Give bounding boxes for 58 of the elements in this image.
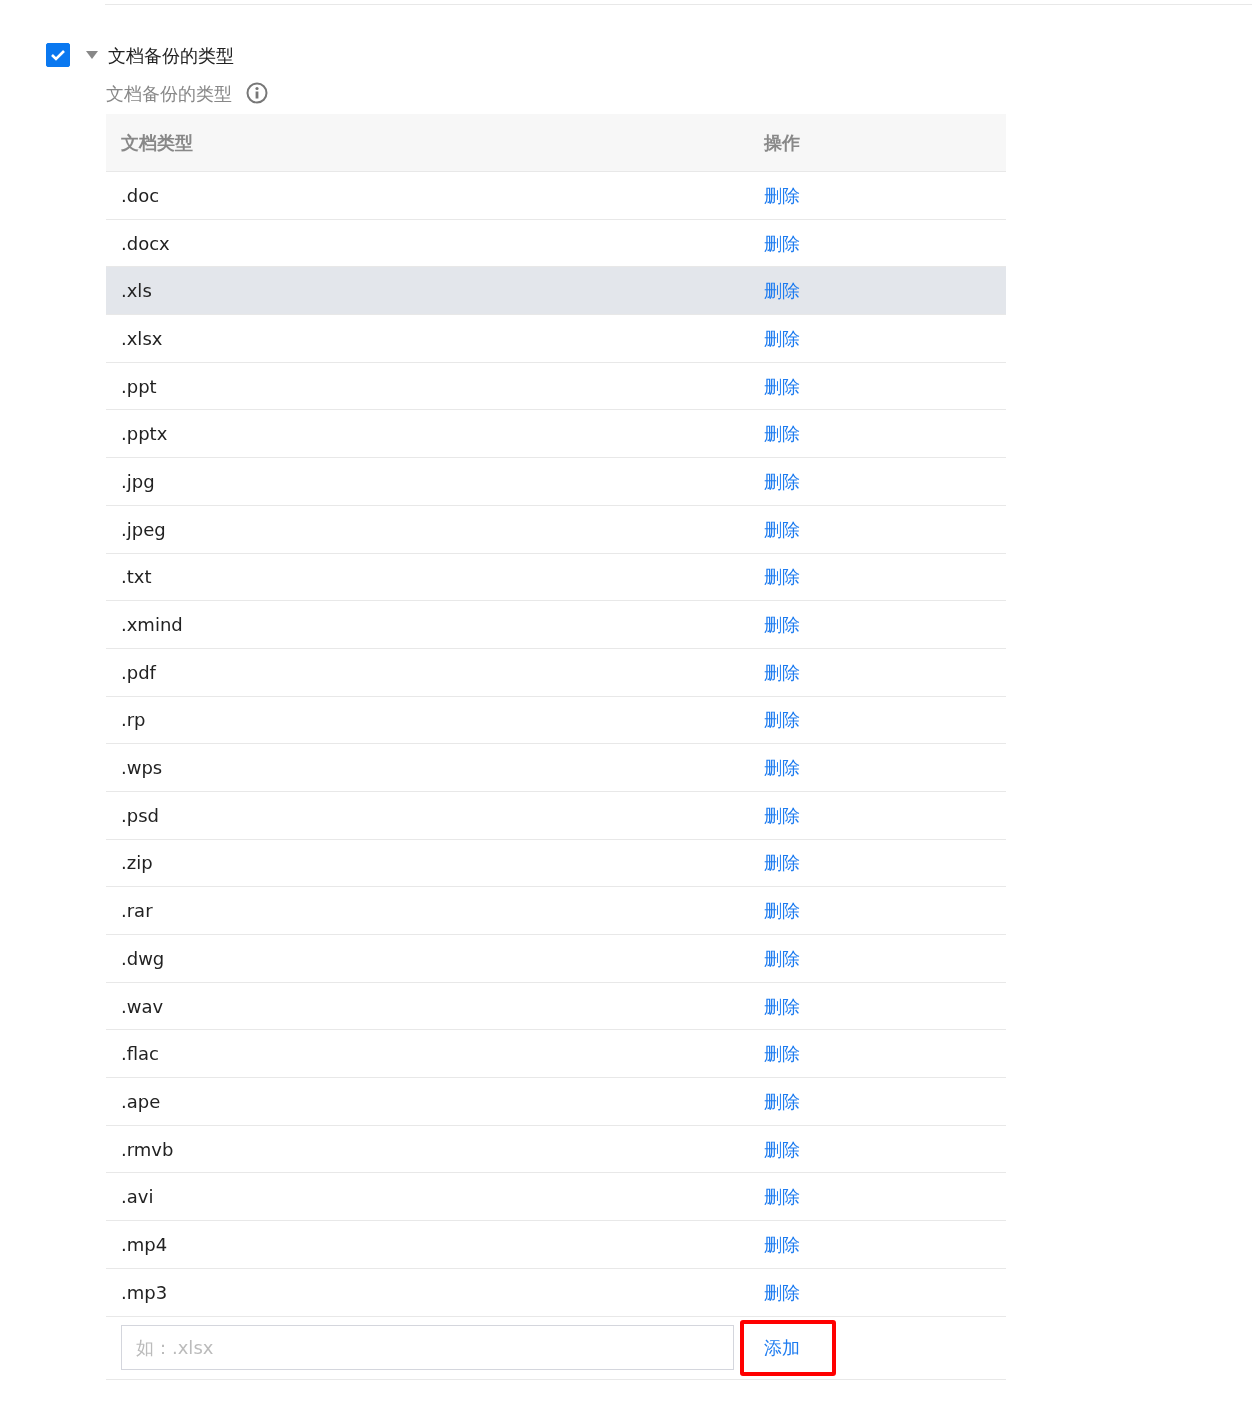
table-cell: .docx xyxy=(121,232,170,254)
table-cell: .mp3 xyxy=(121,1281,168,1303)
delete-link[interactable]: 删除 xyxy=(764,518,800,540)
table-cell: .wps xyxy=(121,757,163,779)
delete-link[interactable]: 删除 xyxy=(764,804,800,826)
delete-link[interactable]: 删除 xyxy=(764,757,800,779)
delete-link[interactable]: 删除 xyxy=(764,375,800,397)
table-cell: .pdf xyxy=(121,661,156,683)
add-button[interactable]: 添加 xyxy=(740,1319,836,1376)
info-icon[interactable] xyxy=(246,82,268,104)
delete-link[interactable]: 删除 xyxy=(764,232,800,254)
delete-link[interactable]: 删除 xyxy=(764,1090,800,1112)
delete-link[interactable]: 删除 xyxy=(764,614,800,636)
delete-link[interactable]: 删除 xyxy=(764,1138,800,1160)
delete-link[interactable]: 删除 xyxy=(764,1043,800,1065)
table-cell: .txt xyxy=(121,566,152,588)
table-cell: .dwg xyxy=(121,947,165,969)
table-cell: .wav xyxy=(121,995,164,1017)
table-cell: .psd xyxy=(121,804,159,826)
table-cell: .doc xyxy=(121,184,160,206)
table-cell: .jpeg xyxy=(121,518,166,540)
checkbox[interactable] xyxy=(46,43,70,67)
delete-link[interactable]: 删除 xyxy=(764,852,800,874)
delete-link[interactable]: 删除 xyxy=(764,184,800,206)
column-header: 文档类型 xyxy=(120,131,194,155)
delete-link[interactable]: 删除 xyxy=(764,709,800,731)
table-cell: .ape xyxy=(121,1090,161,1112)
delete-link[interactable]: 删除 xyxy=(764,1186,800,1208)
table-cell: .zip xyxy=(121,852,153,874)
delete-link[interactable]: 删除 xyxy=(764,947,800,969)
delete-link[interactable]: 删除 xyxy=(764,423,800,445)
input-field[interactable]: 如：.xlsx xyxy=(121,1325,734,1370)
table-cell: .mp4 xyxy=(121,1233,168,1255)
delete-link[interactable]: 删除 xyxy=(764,327,800,349)
table-cell: .rar xyxy=(121,900,153,922)
column-header: 操作 xyxy=(764,131,801,155)
delete-link[interactable]: 删除 xyxy=(764,995,800,1017)
caret-down-icon[interactable] xyxy=(86,51,98,59)
table-cell: .xlsx xyxy=(121,327,163,349)
delete-link[interactable]: 删除 xyxy=(764,470,800,492)
section-title: 文档备份的类型 xyxy=(108,43,234,68)
table-cell: .jpg xyxy=(121,470,155,492)
field-label: 文档备份的类型 xyxy=(106,81,232,106)
delete-link[interactable]: 删除 xyxy=(764,900,800,922)
table-cell: .xmind xyxy=(121,614,183,636)
delete-link[interactable]: 删除 xyxy=(764,566,800,588)
table-cell: .avi xyxy=(121,1186,154,1208)
table-cell: .rp xyxy=(121,709,146,731)
table-cell: .ppt xyxy=(121,375,157,397)
delete-link[interactable]: 删除 xyxy=(764,280,800,302)
table-cell: .flac xyxy=(121,1043,159,1065)
delete-link[interactable]: 删除 xyxy=(764,1233,800,1255)
delete-link[interactable]: 删除 xyxy=(764,661,800,683)
check-icon xyxy=(50,49,66,61)
table-cell: .rmvb xyxy=(121,1138,174,1160)
table-cell: .xls xyxy=(121,280,152,302)
table-cell: .pptx xyxy=(121,423,168,445)
delete-link[interactable]: 删除 xyxy=(764,1281,800,1303)
